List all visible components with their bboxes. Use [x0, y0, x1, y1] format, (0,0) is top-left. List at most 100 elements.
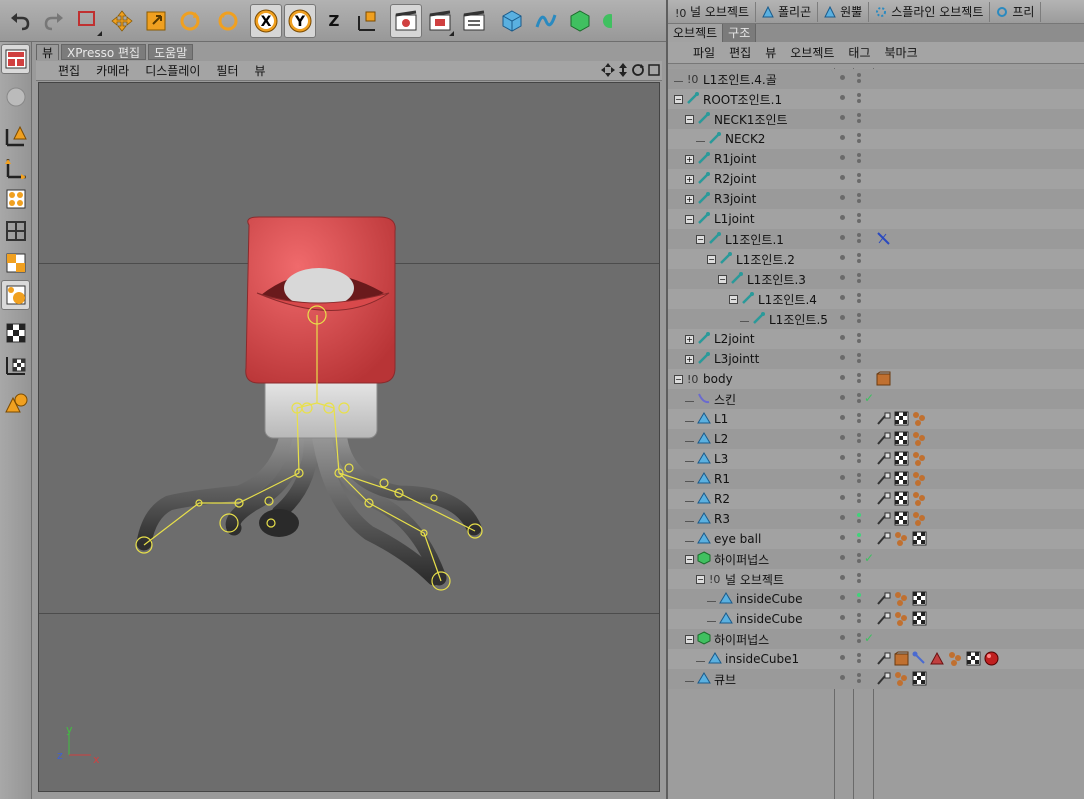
- ball-tag-icon[interactable]: [984, 651, 999, 666]
- spheres-tag-icon[interactable]: [912, 471, 927, 486]
- layer-dot[interactable]: [840, 275, 845, 280]
- checker-tag-icon[interactable]: [966, 651, 981, 666]
- checker-tag-icon[interactable]: [894, 411, 909, 426]
- orbit-icon[interactable]: [631, 63, 645, 77]
- visibility-toggle[interactable]: [857, 173, 861, 183]
- layer-dot[interactable]: [840, 135, 845, 140]
- brush-tag-icon[interactable]: [876, 471, 891, 486]
- cone-button[interactable]: 원뿔: [818, 1, 870, 22]
- om-menu-tag[interactable]: 태그: [841, 44, 877, 61]
- brush-tag-icon[interactable]: [876, 671, 891, 686]
- layer-dot[interactable]: [840, 95, 845, 100]
- make-editable-icon[interactable]: [1, 82, 30, 112]
- layer-dot[interactable]: [840, 295, 845, 300]
- checker-tag-icon[interactable]: [894, 431, 909, 446]
- tab-view[interactable]: 뷰: [36, 44, 60, 60]
- visibility-toggle[interactable]: [857, 633, 861, 643]
- collapse-toggle[interactable]: −: [685, 554, 694, 564]
- visibility-toggle[interactable]: [857, 253, 861, 263]
- object-row[interactable]: − ROOT조인트.1: [668, 89, 1084, 109]
- collapse-toggle[interactable]: −: [674, 94, 683, 104]
- live-select-icon[interactable]: [212, 4, 244, 38]
- object-row[interactable]: R3: [668, 509, 1084, 529]
- layer-dot[interactable]: [840, 455, 845, 460]
- object-row[interactable]: + R1joint: [668, 149, 1084, 169]
- layer-dot[interactable]: [840, 355, 845, 360]
- collapse-toggle[interactable]: −: [707, 254, 716, 264]
- visibility-toggle[interactable]: [857, 193, 861, 203]
- bone-tag-icon[interactable]: [912, 651, 927, 666]
- layer-dot[interactable]: [840, 495, 845, 500]
- object-row[interactable]: NECK2: [668, 129, 1084, 149]
- tab-structure[interactable]: 구조: [723, 24, 757, 42]
- layer-dot[interactable]: [840, 415, 845, 420]
- object-row[interactable]: + L2joint: [668, 329, 1084, 349]
- visibility-toggle[interactable]: [857, 153, 861, 163]
- layer-dot[interactable]: [840, 255, 845, 260]
- visibility-toggle[interactable]: [857, 393, 861, 403]
- spheres-tag-icon[interactable]: [912, 451, 927, 466]
- edges-mode-icon[interactable]: [1, 216, 30, 246]
- visibility-toggle[interactable]: [857, 233, 861, 243]
- collapse-toggle[interactable]: −: [696, 234, 705, 244]
- om-menu-edit[interactable]: 편집: [722, 44, 758, 61]
- visibility-toggle[interactable]: [857, 553, 861, 563]
- checker-tag-icon[interactable]: [912, 671, 927, 686]
- visibility-toggle[interactable]: [857, 413, 861, 423]
- viewport-layout-icon[interactable]: [1, 44, 30, 74]
- visibility-toggle[interactable]: [857, 273, 861, 283]
- more-icon[interactable]: [598, 4, 612, 38]
- object-row[interactable]: − NECK1조인트: [668, 109, 1084, 129]
- texture-mode-icon[interactable]: [1, 318, 30, 348]
- menu-view[interactable]: 뷰: [247, 62, 274, 79]
- undo-icon[interactable]: [4, 4, 36, 38]
- spheres-tag-icon[interactable]: [894, 611, 909, 626]
- om-menu-file[interactable]: 파일: [686, 44, 722, 61]
- zoom-icon[interactable]: [618, 63, 628, 77]
- brush-tag-icon[interactable]: [876, 611, 891, 626]
- nurbs-icon[interactable]: [564, 4, 596, 38]
- workplane-icon[interactable]: [1, 350, 30, 380]
- visibility-toggle[interactable]: [857, 573, 861, 583]
- spline-object-button[interactable]: 스플라인 오브젝트: [869, 1, 991, 22]
- layer-dot[interactable]: [840, 215, 845, 220]
- spheres-tag-icon[interactable]: [912, 431, 927, 446]
- maximize-icon[interactable]: [648, 63, 660, 77]
- layer-dot[interactable]: [840, 575, 845, 580]
- checker-tag-icon[interactable]: [894, 471, 909, 486]
- world-coord-icon[interactable]: [352, 4, 384, 38]
- object-row[interactable]: L2: [668, 429, 1084, 449]
- object-row[interactable]: − !0 널 오브젝트: [668, 569, 1084, 589]
- object-row[interactable]: − !0 body: [668, 369, 1084, 389]
- visibility-toggle[interactable]: [857, 493, 861, 503]
- polygon-button[interactable]: 폴리곤: [756, 1, 819, 22]
- collapse-toggle[interactable]: −: [696, 574, 705, 584]
- layer-dot[interactable]: [840, 235, 845, 240]
- visibility-toggle[interactable]: [857, 673, 861, 683]
- layer-dot[interactable]: [840, 475, 845, 480]
- layer-dot[interactable]: [840, 595, 845, 600]
- layer-dot[interactable]: [840, 555, 845, 560]
- visibility-toggle[interactable]: [857, 473, 861, 483]
- visibility-toggle[interactable]: [857, 373, 861, 383]
- render-settings-icon[interactable]: [458, 4, 490, 38]
- object-row[interactable]: − L1조인트.3: [668, 269, 1084, 289]
- object-row[interactable]: + R2joint: [668, 169, 1084, 189]
- checker-tag-icon[interactable]: [912, 591, 927, 606]
- null-object-button[interactable]: !0 널 오브젝트: [668, 1, 757, 22]
- layer-dot[interactable]: [840, 155, 845, 160]
- render-view-icon[interactable]: [390, 3, 422, 38]
- pan-icon[interactable]: [601, 63, 615, 77]
- spheres-tag-icon[interactable]: [894, 591, 909, 606]
- expand-toggle[interactable]: +: [685, 194, 694, 204]
- visibility-toggle[interactable]: [857, 433, 861, 443]
- layer-dot[interactable]: [840, 435, 845, 440]
- om-menu-view[interactable]: 뷰: [758, 44, 783, 61]
- object-row[interactable]: R1: [668, 469, 1084, 489]
- object-row[interactable]: − L1조인트.4: [668, 289, 1084, 309]
- box-tag-icon[interactable]: [876, 371, 891, 386]
- visibility-toggle[interactable]: [857, 513, 861, 523]
- enabled-check-icon[interactable]: ✓: [864, 391, 874, 405]
- object-row[interactable]: − 하이퍼넙스 ✓: [668, 549, 1084, 569]
- layer-dot[interactable]: [840, 535, 845, 540]
